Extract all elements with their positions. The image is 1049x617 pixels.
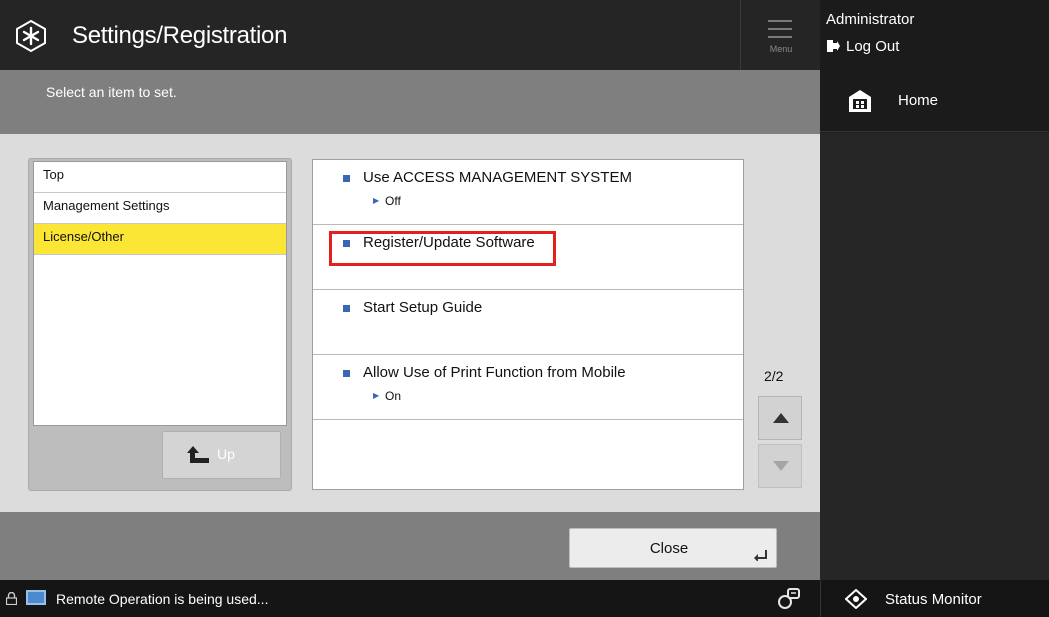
tree-item-management-settings[interactable]: Management Settings — [34, 193, 286, 224]
setting-item-start-setup-guide[interactable]: Start Setup Guide — [313, 290, 743, 355]
return-arrow-icon — [754, 550, 767, 561]
instruction-text: Select an item to set. — [46, 84, 177, 100]
right-panel-body — [820, 133, 1049, 580]
navigation-tree-panel: Top Management Settings License/Other Up — [28, 158, 292, 491]
close-label: Close — [649, 540, 689, 557]
up-button[interactable]: Up — [162, 431, 281, 479]
tree-item-license-other[interactable]: License/Other — [34, 224, 286, 255]
setting-item-access-management[interactable]: Use ACCESS MANAGEMENT SYSTEM Off — [313, 160, 743, 225]
header-bar: Settings/Registration Menu — [0, 0, 820, 70]
remote-operation-icon[interactable] — [776, 586, 802, 612]
status-message: Remote Operation is being used... — [56, 591, 269, 607]
scroll-up-button[interactable] — [758, 396, 802, 440]
logout-label: Log Out — [846, 37, 900, 55]
up-label: Up — [217, 446, 235, 462]
home-button[interactable]: Home — [820, 70, 1049, 132]
home-label: Home — [898, 92, 939, 109]
up-arrow-icon — [187, 446, 209, 463]
home-icon — [849, 90, 871, 112]
setting-item-print-from-mobile[interactable]: Allow Use of Print Function from Mobile … — [313, 355, 743, 420]
logout-icon — [827, 40, 840, 52]
triangle-up-icon — [773, 413, 789, 423]
status-monitor-icon — [845, 589, 867, 609]
navigation-tree-list: Top Management Settings License/Other — [33, 161, 287, 426]
page-title: Settings/Registration — [72, 22, 288, 49]
menu-icon — [768, 20, 792, 38]
remote-monitor-icon — [26, 590, 46, 605]
setting-label: Start Setup Guide — [363, 299, 483, 316]
bullet-icon — [343, 305, 350, 312]
scroll-down-button[interactable] — [758, 444, 802, 488]
logout-button[interactable]: Log Out — [826, 35, 899, 57]
instruction-bar: Select an item to set. — [0, 70, 820, 134]
status-monitor-label: Status Monitor — [885, 591, 982, 608]
page-indicator: 2/2 — [764, 368, 784, 384]
bullet-icon — [343, 175, 350, 182]
highlight-box — [329, 231, 556, 266]
triangle-down-icon — [773, 461, 789, 471]
settings-list: Use ACCESS MANAGEMENT SYSTEM Off Registe… — [312, 159, 744, 490]
menu-label: Menu — [769, 44, 793, 54]
main-area: Top Management Settings License/Other Up… — [0, 134, 820, 512]
menu-button[interactable]: Menu — [740, 0, 820, 70]
footer-bar: Close — [0, 512, 820, 580]
lock-icon — [6, 592, 17, 605]
close-button[interactable]: Close — [569, 528, 777, 568]
tree-item-top[interactable]: Top — [34, 162, 286, 193]
setting-value: On — [373, 389, 401, 403]
setting-label: Use ACCESS MANAGEMENT SYSTEM — [363, 169, 632, 186]
status-monitor-button[interactable]: Status Monitor — [820, 580, 1049, 617]
setting-value: Off — [373, 194, 401, 208]
settings-registration-icon — [16, 19, 46, 53]
setting-label: Allow Use of Print Function from Mobile — [363, 364, 626, 381]
bullet-icon — [343, 370, 350, 377]
user-name: Administrator — [826, 11, 915, 28]
setting-item-register-update-software[interactable]: Register/Update Software — [313, 225, 743, 290]
status-bar: Remote Operation is being used... — [0, 580, 820, 617]
